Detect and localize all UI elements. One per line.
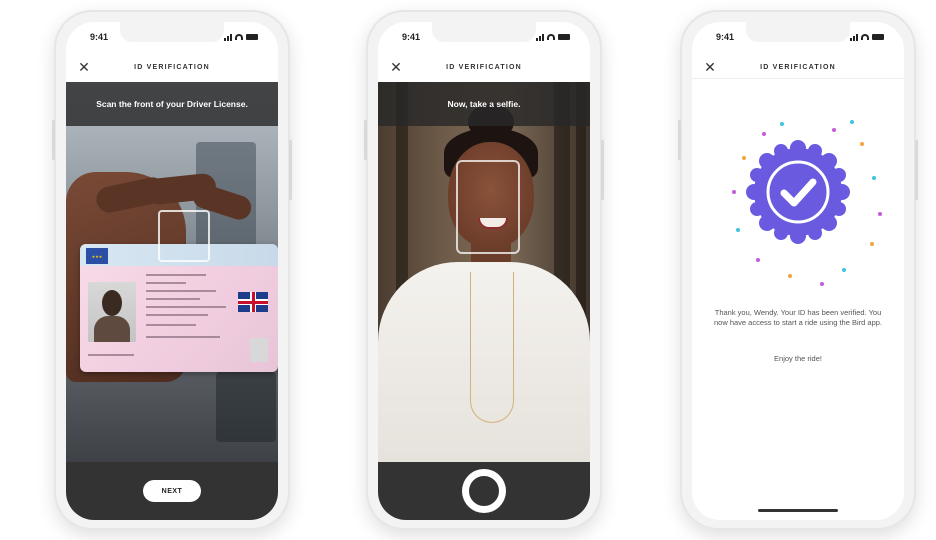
license-text-line: [146, 298, 200, 300]
shutter-button[interactable]: [462, 469, 506, 513]
confetti: [736, 228, 740, 232]
bottom-bar: [378, 462, 590, 520]
wifi-icon: [235, 34, 243, 40]
wifi-icon: [547, 34, 555, 40]
confetti: [850, 120, 854, 124]
status-icons: [224, 33, 258, 41]
status-bar: 9:41: [378, 22, 590, 52]
confetti: [820, 282, 824, 286]
side-button: [289, 140, 292, 200]
nav-bar: ✕ ID VERIFICATION: [692, 56, 904, 79]
side-button: [364, 120, 367, 160]
battery-icon: [872, 34, 884, 40]
instruction-banner: Scan the front of your Driver License.: [66, 82, 278, 126]
checkmark-badge-icon: [746, 140, 850, 244]
camera-viewfinder: ★★★ Scan the front of your Driver Licens…: [66, 82, 278, 462]
confetti: [788, 274, 792, 278]
driver-license-card: ★★★: [80, 244, 278, 372]
close-icon[interactable]: ✕: [76, 59, 92, 75]
next-button[interactable]: NEXT: [143, 480, 201, 502]
license-text-line: [146, 282, 186, 284]
signal-icon: [224, 33, 232, 41]
confetti: [762, 132, 766, 136]
screen: 9:41 ✕ ID VERIFICATION ★★★ Scan the fron…: [66, 22, 278, 520]
license-photo: [88, 282, 136, 342]
battery-icon: [246, 34, 258, 40]
confetti: [872, 176, 876, 180]
nav-title: ID VERIFICATION: [134, 63, 210, 71]
scan-frame: [158, 210, 210, 262]
license-text-line: [146, 274, 206, 276]
license-text-line: [146, 306, 226, 308]
status-bar: 9:41: [66, 22, 278, 52]
bottom-bar: NEXT: [66, 462, 278, 520]
necklace: [470, 272, 514, 423]
verification-message: Thank you, Wendy. Your ID has been verif…: [713, 308, 882, 327]
camera-viewfinder: Now, take a selfie.: [378, 82, 590, 462]
side-button: [915, 140, 918, 200]
status-bar: 9:41: [692, 22, 904, 52]
wifi-icon: [861, 34, 869, 40]
confetti: [878, 212, 882, 216]
close-icon[interactable]: ✕: [702, 59, 718, 75]
confetti: [756, 258, 760, 262]
phone-verified: 9:41 ✕ ID VERIFICATION Thank you, Wendy.…: [678, 10, 918, 530]
phone-scan-license: 9:41 ✕ ID VERIFICATION ★★★ Scan the fron…: [52, 10, 292, 530]
status-time: 9:41: [90, 32, 109, 42]
side-button: [678, 120, 681, 160]
home-indicator[interactable]: [758, 509, 838, 512]
screen: 9:41 ✕ ID VERIFICATION: [378, 22, 590, 520]
nav-bar: ✕ ID VERIFICATION: [66, 56, 278, 78]
uk-flag-icon: [238, 292, 268, 312]
screen: 9:41 ✕ ID VERIFICATION: [692, 22, 904, 520]
license-text-line: [146, 336, 220, 338]
confetti: [842, 268, 846, 272]
success-content: Thank you, Wendy. Your ID has been verif…: [692, 82, 904, 520]
license-mini-photo: [250, 338, 268, 362]
nav-title: ID VERIFICATION: [760, 63, 836, 71]
nav-bar: ✕ ID VERIFICATION: [378, 56, 590, 78]
face-frame: [456, 160, 520, 254]
confetti: [780, 122, 784, 126]
side-button: [52, 120, 55, 160]
confetti: [870, 242, 874, 246]
confetti: [860, 142, 864, 146]
background-scene: [378, 82, 590, 462]
signal-icon: [536, 33, 544, 41]
license-text-line: [146, 324, 196, 326]
confetti: [832, 128, 836, 132]
status-time: 9:41: [716, 32, 735, 42]
close-icon[interactable]: ✕: [388, 59, 404, 75]
instruction-banner: Now, take a selfie.: [378, 82, 590, 126]
confetti: [732, 190, 736, 194]
background-blur: [216, 372, 276, 442]
side-button: [601, 140, 604, 200]
battery-icon: [558, 34, 570, 40]
license-text-line: [88, 354, 134, 356]
nav-title: ID VERIFICATION: [446, 63, 522, 71]
phone-take-selfie: 9:41 ✕ ID VERIFICATION Now, take a selfi…: [364, 10, 604, 530]
status-time: 9:41: [402, 32, 421, 42]
signal-icon: [850, 33, 858, 41]
enjoy-message: Enjoy the ride!: [774, 354, 822, 363]
status-icons: [536, 33, 570, 41]
license-text-line: [146, 314, 208, 316]
background-scene: ★★★: [66, 82, 278, 462]
status-icons: [850, 33, 884, 41]
license-text-line: [146, 290, 216, 292]
eu-flag-icon: ★★★: [86, 248, 108, 264]
